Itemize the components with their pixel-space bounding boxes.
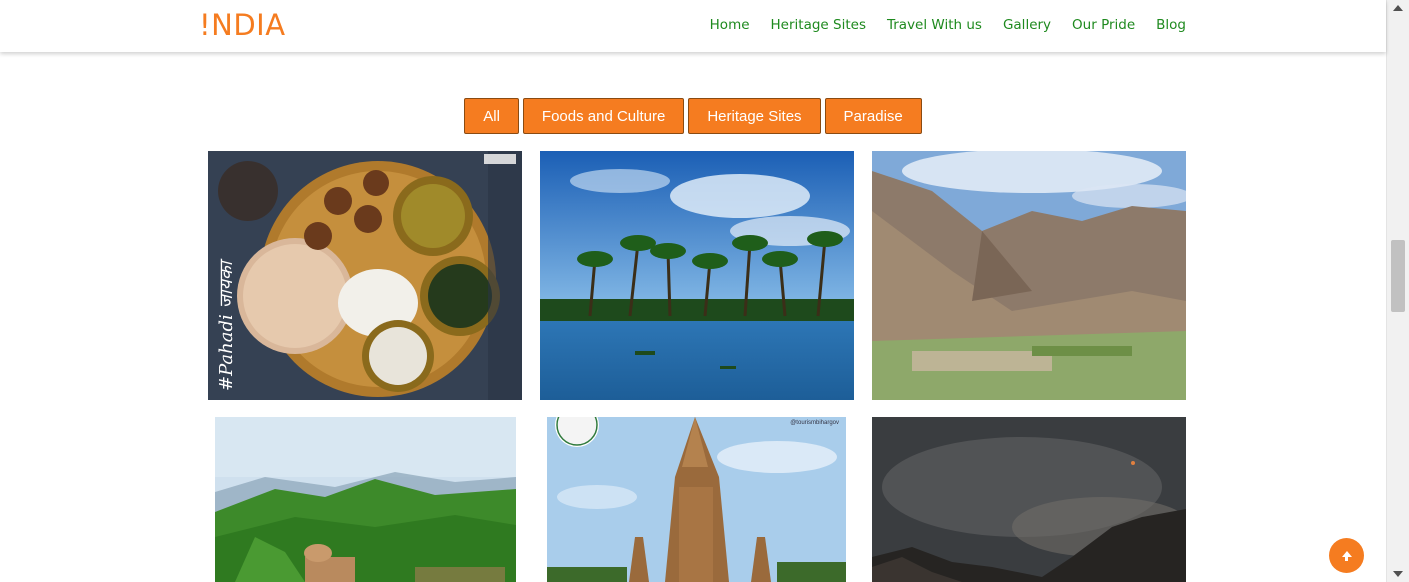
nav-our-pride[interactable]: Our Pride (1072, 17, 1135, 33)
nav-heritage-sites[interactable]: Heritage Sites (771, 17, 866, 33)
main-nav: Home Heritage Sites Travel With us Galle… (710, 17, 1186, 33)
scroll-thumb[interactable] (1391, 240, 1405, 312)
filter-heritage-sites-button[interactable]: Heritage Sites (688, 98, 821, 134)
page-scrollbar[interactable] (1386, 0, 1409, 582)
food-thali-image: #Pahadi जायका (208, 151, 522, 400)
gallery-item-night-sky[interactable] (872, 417, 1186, 582)
gallery-filters: All Foods and Culture Heritage Sites Par… (0, 98, 1386, 134)
night-sky-mountain-image (872, 417, 1186, 582)
filter-foods-culture-button[interactable]: Foods and Culture (522, 98, 685, 134)
temple-watermark: @tourismbihargov (790, 420, 839, 426)
site-header: !NDIA Home Heritage Sites Travel With us… (0, 0, 1386, 52)
scroll-up-icon[interactable] (1393, 5, 1403, 11)
gallery-item-food[interactable]: #Pahadi जायका (208, 151, 522, 400)
nav-home[interactable]: Home (710, 17, 750, 33)
gallery-item-beach[interactable] (540, 151, 854, 400)
site-logo[interactable]: !NDIA (199, 8, 286, 42)
food-caption-overlay: #Pahadi जायका (216, 258, 237, 391)
nav-gallery[interactable]: Gallery (1003, 17, 1051, 33)
gallery-item-temple[interactable]: @tourismbihargov (547, 417, 846, 582)
palm-beach-image (540, 151, 854, 400)
back-to-top-button[interactable] (1329, 538, 1364, 573)
filter-paradise-button[interactable]: Paradise (824, 98, 922, 134)
filter-all-button[interactable]: All (464, 98, 519, 134)
scroll-down-icon[interactable] (1393, 571, 1403, 577)
nav-travel-with-us[interactable]: Travel With us (887, 17, 982, 33)
temple-image: @tourismbihargov (547, 417, 846, 582)
gallery-item-mountains[interactable] (872, 151, 1186, 400)
nav-blog[interactable]: Blog (1156, 17, 1186, 33)
gallery-item-hills[interactable] (215, 417, 516, 582)
green-hills-fort-image (215, 417, 516, 582)
mountain-valley-image (872, 151, 1186, 400)
arrow-up-icon-stem (1345, 554, 1348, 561)
page: !NDIA Home Heritage Sites Travel With us… (0, 0, 1409, 582)
